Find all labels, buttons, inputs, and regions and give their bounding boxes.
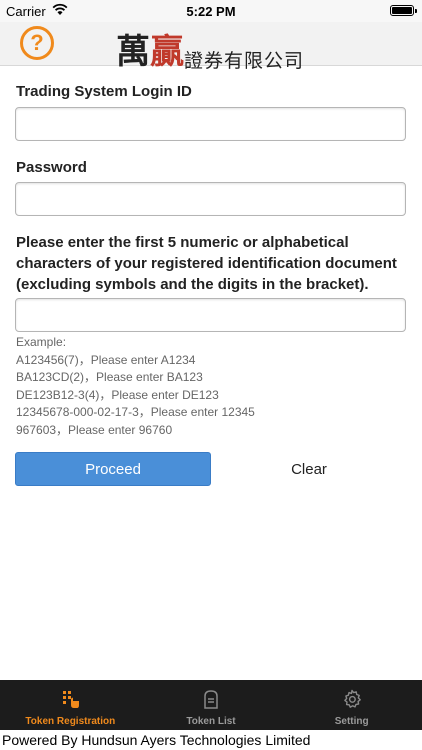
tab-label: Token List bbox=[186, 716, 236, 727]
company-logo: 萬贏證券有限公司 bbox=[116, 24, 304, 72]
tab-token-list[interactable]: Token List bbox=[141, 680, 282, 730]
example-line: A123456(7)，Please enter A1234 bbox=[16, 352, 196, 367]
battery-icon bbox=[390, 5, 417, 16]
token-list-icon bbox=[204, 690, 218, 709]
status-bar: Carrier 5:22 PM bbox=[0, 0, 422, 22]
example-line: BA123CD(2)，Please enter BA123 bbox=[16, 370, 203, 384]
tab-label: Setting bbox=[334, 716, 369, 727]
proceed-button[interactable]: Proceed bbox=[15, 452, 211, 486]
example-line: Example: bbox=[16, 335, 67, 349]
powered-by-footer: Powered By Hundsun Ayers Technologies Li… bbox=[0, 730, 422, 750]
password-label: Password bbox=[16, 159, 87, 176]
tab-token-registration[interactable]: Token Registration bbox=[0, 680, 141, 730]
gear-icon bbox=[343, 689, 361, 708]
grid-hand-icon bbox=[63, 691, 80, 708]
logo-char-2: 贏 bbox=[150, 32, 184, 72]
clear-button[interactable]: Clear bbox=[211, 452, 407, 486]
example-line: 12345678-000-02-17-3，Please enter 12345 bbox=[16, 405, 255, 419]
help-icon[interactable]: ? bbox=[20, 26, 54, 60]
password-input[interactable] bbox=[15, 182, 406, 216]
example-line: DE123B12-3(4)，Please enter DE123 bbox=[16, 387, 219, 402]
login-id-label: Trading System Login ID bbox=[16, 83, 192, 100]
clock-time: 5:22 PM bbox=[186, 4, 236, 19]
examples-block: Example: A123456(7)，Please enter A1234 B… bbox=[16, 334, 255, 439]
tab-label: Token Registration bbox=[25, 716, 116, 727]
id-document-label: Please enter the first 5 numeric or alph… bbox=[16, 234, 397, 293]
app-header: ? 萬贏證券有限公司 bbox=[0, 22, 422, 72]
logo-subtitle: 證券有限公司 bbox=[184, 50, 305, 72]
id-document-input[interactable] bbox=[15, 298, 406, 332]
tab-setting[interactable]: Setting bbox=[281, 680, 422, 730]
login-id-input[interactable] bbox=[15, 107, 406, 141]
logo-char-1: 萬 bbox=[116, 32, 150, 72]
example-line: 967603，Please enter 96760 bbox=[16, 422, 173, 437]
tab-bar: Token Registration Token List Setting bbox=[0, 680, 422, 730]
